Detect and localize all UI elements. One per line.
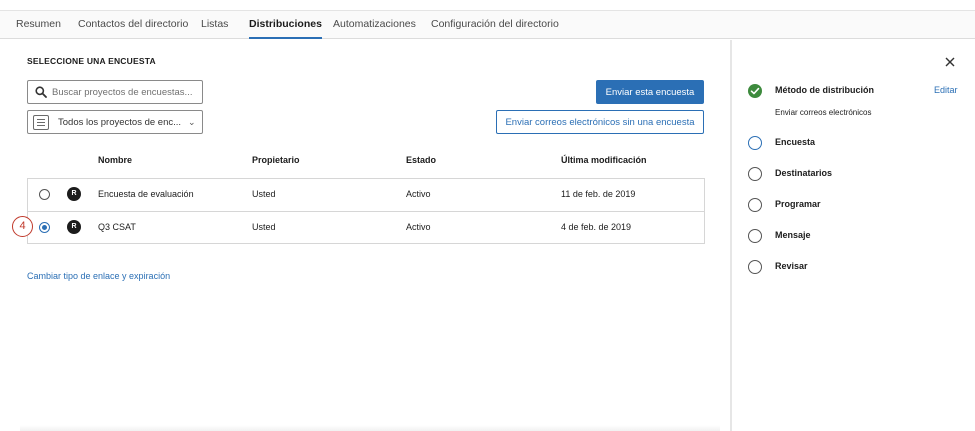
step-circle-icon: [748, 167, 762, 181]
survey-status: Activo: [406, 222, 431, 232]
send-survey-button[interactable]: Enviar esta encuesta: [596, 80, 704, 104]
project-filter-dropdown[interactable]: Todos los proyectos de enc... ⌄: [27, 110, 203, 134]
distribution-steps-panel: Método de distribución Editar Enviar cor…: [732, 40, 975, 431]
column-header-owner[interactable]: Propietario: [252, 155, 300, 165]
step-circle-icon: [748, 136, 762, 150]
list-icon: [33, 115, 49, 130]
survey-last-modified: 4 de feb. de 2019: [561, 222, 632, 232]
survey-radio-button[interactable]: [39, 189, 50, 200]
tab-automatizaciones[interactable]: Automatizaciones: [333, 18, 416, 30]
step-survey[interactable]: Encuesta: [748, 136, 968, 152]
tab-configuracion-del-directorio[interactable]: Configuración del directorio: [431, 18, 559, 30]
tab-contactos-del-directorio[interactable]: Contactos del directorio: [78, 18, 188, 30]
step-label: Mensaje: [775, 230, 811, 240]
step-recipients[interactable]: Destinatarios: [748, 167, 968, 183]
survey-name: Encuesta de evaluación: [98, 189, 194, 199]
send-emails-without-survey-button[interactable]: Enviar correos electrónicos sin una encu…: [496, 110, 704, 134]
section-title: SELECCIONE UNA ENCUESTA: [27, 56, 156, 66]
column-header-status[interactable]: Estado: [406, 155, 436, 165]
step-label: Método de distribución: [775, 85, 874, 95]
survey-type-badge: R: [67, 187, 81, 201]
column-header-modified[interactable]: Última modificación: [561, 155, 647, 165]
close-icon[interactable]: [944, 56, 956, 68]
step-review[interactable]: Revisar: [748, 260, 968, 276]
survey-radio-button[interactable]: [39, 222, 50, 233]
tab-distribuciones[interactable]: Distribuciones: [249, 18, 322, 39]
step-circle-icon: [748, 260, 762, 274]
step-number-callout: 4: [12, 216, 33, 237]
table-row[interactable]: R Encuesta de evaluación Usted Activo 11…: [28, 179, 704, 211]
survey-owner: Usted: [252, 222, 276, 232]
step-schedule[interactable]: Programar: [748, 198, 968, 214]
step-circle-icon: [748, 229, 762, 243]
survey-last-modified: 11 de feb. de 2019: [561, 189, 636, 199]
survey-table: R Encuesta de evaluación Usted Activo 11…: [27, 178, 705, 244]
bottom-edge-shadow: [20, 425, 720, 431]
step-label: Revisar: [775, 261, 808, 271]
check-circle-icon: [748, 84, 762, 98]
tab-resumen[interactable]: Resumen: [16, 18, 61, 30]
change-link-type-link[interactable]: Cambiar tipo de enlace y expiración: [27, 271, 170, 281]
table-row[interactable]: R Q3 CSAT Usted Activo 4 de feb. de 2019: [28, 211, 704, 243]
search-icon: [35, 86, 47, 98]
survey-status: Activo: [406, 189, 431, 199]
step-label: Programar: [775, 199, 821, 209]
step-circle-icon: [748, 198, 762, 212]
step-message[interactable]: Mensaje: [748, 229, 968, 245]
chevron-down-icon: ⌄: [188, 117, 196, 127]
edit-distribution-method-link[interactable]: Editar: [934, 85, 958, 95]
survey-search-box[interactable]: [27, 80, 203, 104]
project-filter-value: Todos los proyectos de enc...: [58, 117, 182, 128]
survey-selection-area: SELECCIONE UNA ENCUESTA Todos los proyec…: [0, 40, 730, 431]
directory-tabs: Resumen Contactos del directorio Listas …: [0, 11, 975, 39]
survey-name: Q3 CSAT: [98, 222, 136, 232]
step-label: Destinatarios: [775, 168, 833, 178]
tab-listas[interactable]: Listas: [201, 18, 228, 30]
column-header-name[interactable]: Nombre: [98, 155, 132, 165]
survey-owner: Usted: [252, 189, 276, 199]
step-label: Encuesta: [775, 137, 816, 147]
step-summary: Enviar correos electrónicos: [775, 108, 872, 117]
survey-type-badge: R: [67, 220, 81, 234]
survey-search-input[interactable]: [52, 84, 198, 100]
top-bar: [0, 0, 975, 11]
